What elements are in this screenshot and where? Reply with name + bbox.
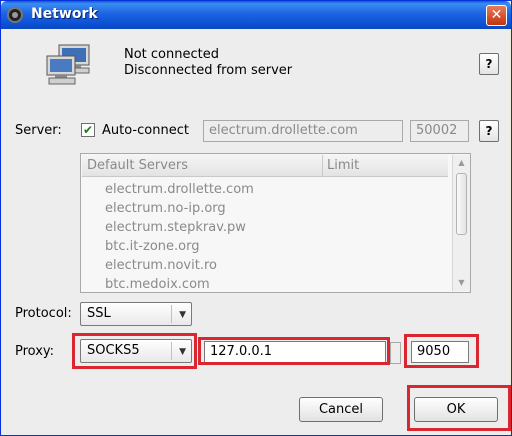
- server-label: Server:: [15, 123, 62, 138]
- list-item[interactable]: electrum.stepkrav.pw: [105, 218, 254, 237]
- status-line-1: Not connected: [124, 47, 219, 62]
- cancel-button[interactable]: Cancel: [299, 397, 383, 422]
- proxy-host-highlight: [198, 337, 390, 365]
- scroll-down-icon[interactable]: ▼: [453, 275, 470, 291]
- server-host-input[interactable]: electrum.drollette.com: [203, 120, 403, 142]
- list-scrollbar[interactable]: ▲ ▼: [452, 155, 470, 291]
- protocol-value: SSL: [87, 306, 111, 321]
- scroll-up-icon[interactable]: ▲: [453, 155, 470, 171]
- proxy-port-highlight: [404, 334, 479, 368]
- electrum-logo-icon: [7, 7, 23, 23]
- column-header-limit[interactable]: Limit: [327, 158, 359, 173]
- title-bar[interactable]: Network ✕: [1, 1, 511, 29]
- scroll-thumb[interactable]: [456, 173, 467, 235]
- status-line-2: Disconnected from server: [124, 63, 293, 78]
- network-dialog: Network ✕ Not connected Disconnected fro…: [0, 0, 512, 436]
- list-item[interactable]: electrum.novit.ro: [105, 256, 254, 275]
- proxy-type-highlight: [72, 333, 197, 369]
- proxy-label: Proxy:: [15, 344, 55, 359]
- list-item[interactable]: electrum.no-ip.org: [105, 199, 254, 218]
- server-help-button[interactable]: ?: [479, 120, 499, 142]
- status-help-button[interactable]: ?: [479, 53, 499, 75]
- list-item[interactable]: btc.medoix.com: [105, 275, 254, 294]
- list-item[interactable]: btc.it-zone.org: [105, 237, 254, 256]
- column-header-default-servers[interactable]: Default Servers: [87, 158, 188, 173]
- protocol-select[interactable]: SSL ▼: [80, 302, 192, 326]
- checkmark-icon: ✔: [82, 123, 94, 137]
- auto-connect-checkbox[interactable]: ✔: [81, 123, 95, 137]
- servers-list-header: Default Servers Limit: [82, 155, 448, 177]
- network-computers-icon: [46, 44, 90, 85]
- combo-separator: [171, 305, 172, 323]
- auto-connect-label[interactable]: Auto-connect: [102, 123, 189, 138]
- server-port-input[interactable]: 50002: [410, 120, 469, 142]
- servers-list-rows: electrum.drollette.com electrum.no-ip.or…: [105, 180, 254, 294]
- protocol-label: Protocol:: [15, 306, 72, 321]
- close-button[interactable]: ✕: [486, 5, 507, 26]
- ok-highlight: [407, 385, 511, 431]
- column-separator: [322, 155, 323, 177]
- chevron-down-icon: ▼: [179, 310, 186, 320]
- window-title: Network: [31, 6, 98, 22]
- list-item[interactable]: electrum.drollette.com: [105, 180, 254, 199]
- servers-list[interactable]: Default Servers Limit electrum.drollette…: [80, 153, 471, 293]
- connection-status: Not connected Disconnected from server: [124, 47, 292, 79]
- proxy-spacer-field: [390, 342, 401, 364]
